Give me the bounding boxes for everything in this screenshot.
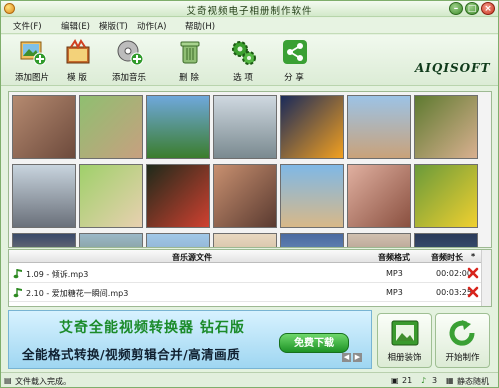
photo-thumbnail[interactable] bbox=[414, 233, 478, 247]
app-window: 艾奇视频电子相册制作软件 – □ × 文件(F) 编辑(E) 模版(T) 动作(… bbox=[0, 0, 499, 388]
col-star: * bbox=[471, 252, 476, 261]
title-bar[interactable]: 艾奇视频电子相册制作软件 – □ × bbox=[1, 1, 498, 17]
menu-edit[interactable]: 编辑(E) bbox=[61, 20, 90, 32]
add-music-icon bbox=[117, 40, 143, 65]
music-note-icon bbox=[13, 306, 23, 307]
add-music-label: 添加音乐 bbox=[111, 73, 146, 83]
music-row[interactable]: 2.10 - 爱加糖花一瞬间.mp3 MP3 00:03:25 bbox=[9, 283, 491, 302]
menu-bar: 文件(F) 编辑(E) 模版(T) 动作(A) 帮助(H) bbox=[1, 18, 498, 34]
transition-icon: ▦ bbox=[446, 376, 454, 385]
delete-button[interactable]: 删 除 bbox=[163, 37, 215, 84]
photo-thumbnail[interactable] bbox=[347, 95, 411, 159]
start-making-button[interactable]: 开始制作 bbox=[435, 313, 490, 368]
picture-frame-icon bbox=[391, 320, 419, 346]
banner-prev-icon[interactable]: ◀ bbox=[342, 353, 351, 362]
status-message: 文件载入完成。 bbox=[15, 377, 71, 386]
gears-icon bbox=[232, 41, 256, 65]
photo-thumbnail[interactable] bbox=[146, 233, 210, 247]
menu-template[interactable]: 模版(T) bbox=[99, 20, 128, 32]
album-decorate-button[interactable]: 相册装饰 bbox=[377, 313, 432, 368]
music-format: MP3 bbox=[386, 288, 403, 297]
music-row[interactable]: 1.09 - 倾诉.mp3 MP3 00:02:00 bbox=[9, 264, 491, 283]
free-download-button[interactable]: 免费下载 bbox=[279, 333, 349, 353]
col-source-file[interactable]: 音乐源文件 bbox=[172, 252, 212, 263]
photo-thumbnail[interactable] bbox=[280, 233, 344, 247]
delete-row-icon[interactable] bbox=[467, 267, 479, 279]
template-button[interactable]: 模 版 bbox=[51, 37, 103, 84]
ad-banner[interactable]: 艾奇全能视频转换器 钻石版 全能格式转换/视频剪辑合并/高清画质 免费下载 ◀ … bbox=[8, 310, 372, 369]
photo-thumbnail[interactable] bbox=[79, 95, 143, 159]
photo-thumbnail[interactable] bbox=[213, 164, 277, 228]
photo-thumbnail[interactable] bbox=[213, 95, 277, 159]
status-bar: ▤ 文件载入完成。 ▣ 21 ♪ 3 ▦ 静态随机 bbox=[1, 372, 498, 387]
music-table: 音乐源文件 音频格式 音频时长 * 1.09 - 倾诉.mp3 MP3 00:0… bbox=[8, 249, 492, 307]
delete-label: 删 除 bbox=[179, 73, 199, 83]
banner-subline: 全能格式转换/视频剪辑合并/高清画质 bbox=[22, 347, 241, 362]
delete-row-icon[interactable] bbox=[467, 286, 479, 298]
brand-logo: AIQISOFT bbox=[415, 61, 491, 75]
photo-thumbnail[interactable] bbox=[213, 233, 277, 247]
banner-next-icon[interactable]: ▶ bbox=[353, 353, 362, 362]
image-count: 21 bbox=[402, 376, 413, 385]
toolbar: 添加图片 模 版 添加音乐 删 除 选 项 分 享 AIQISOFT bbox=[1, 35, 498, 86]
photo-thumbnail[interactable] bbox=[12, 233, 76, 247]
template-label: 模 版 bbox=[67, 73, 87, 83]
share-label: 分 享 bbox=[284, 73, 304, 83]
refresh-arrow-icon bbox=[449, 320, 475, 346]
photo-thumbnail[interactable] bbox=[79, 233, 143, 247]
share-button[interactable]: 分 享 bbox=[268, 37, 320, 84]
photo-thumbnail[interactable] bbox=[146, 164, 210, 228]
photo-grid[interactable] bbox=[8, 91, 492, 248]
album-decorate-label: 相册装饰 bbox=[387, 353, 422, 363]
col-duration[interactable]: 音频时长 bbox=[431, 252, 463, 263]
close-button[interactable]: × bbox=[481, 2, 495, 15]
status-icon: ▤ bbox=[4, 376, 12, 385]
music-file-name: 2.10 - 爱加糖花一瞬间.mp3 bbox=[26, 289, 129, 298]
music-note-icon bbox=[13, 288, 22, 298]
music-note-icon bbox=[13, 269, 22, 279]
add-image-icon bbox=[20, 41, 46, 65]
maximize-button[interactable]: □ bbox=[465, 2, 479, 15]
photo-thumbnail[interactable] bbox=[347, 233, 411, 247]
photo-thumbnail[interactable] bbox=[280, 95, 344, 159]
photo-thumbnail[interactable] bbox=[12, 95, 76, 159]
add-music-button[interactable]: 添加音乐 bbox=[103, 37, 155, 84]
minimize-button[interactable]: – bbox=[449, 2, 463, 15]
photo-thumbnail[interactable] bbox=[79, 164, 143, 228]
start-making-label: 开始制作 bbox=[445, 353, 480, 363]
window-title: 艾奇视频电子相册制作软件 bbox=[186, 6, 313, 17]
photo-thumbnail[interactable] bbox=[12, 164, 76, 228]
music-row[interactable] bbox=[9, 302, 491, 307]
share-icon bbox=[283, 40, 307, 64]
music-file-name: 1.09 - 倾诉.mp3 bbox=[26, 270, 89, 279]
options-button[interactable]: 选 项 bbox=[217, 37, 269, 84]
trash-icon bbox=[180, 41, 200, 64]
photo-thumbnail[interactable] bbox=[146, 95, 210, 159]
photo-thumbnail[interactable] bbox=[280, 164, 344, 228]
music-count-icon: ♪ bbox=[421, 376, 427, 385]
photo-thumbnail[interactable] bbox=[347, 164, 411, 228]
image-count-icon: ▣ bbox=[391, 376, 399, 385]
music-scrollbar[interactable] bbox=[481, 250, 491, 306]
menu-help[interactable]: 帮助(H) bbox=[185, 20, 215, 32]
photo-thumbnail[interactable] bbox=[414, 95, 478, 159]
transition-mode: 静态随机 bbox=[457, 377, 489, 386]
menu-file[interactable]: 文件(F) bbox=[13, 20, 42, 32]
music-table-header: 音乐源文件 音频格式 音频时长 * bbox=[9, 250, 491, 263]
music-format: MP3 bbox=[386, 269, 403, 278]
photo-thumbnail[interactable] bbox=[414, 164, 478, 228]
options-label: 选 项 bbox=[233, 73, 253, 83]
music-count: 3 bbox=[432, 376, 438, 385]
banner-headline: 艾奇全能视频转换器 钻石版 bbox=[59, 320, 245, 336]
col-format[interactable]: 音频格式 bbox=[378, 252, 410, 263]
template-icon bbox=[66, 39, 90, 64]
menu-action[interactable]: 动作(A) bbox=[137, 20, 166, 32]
